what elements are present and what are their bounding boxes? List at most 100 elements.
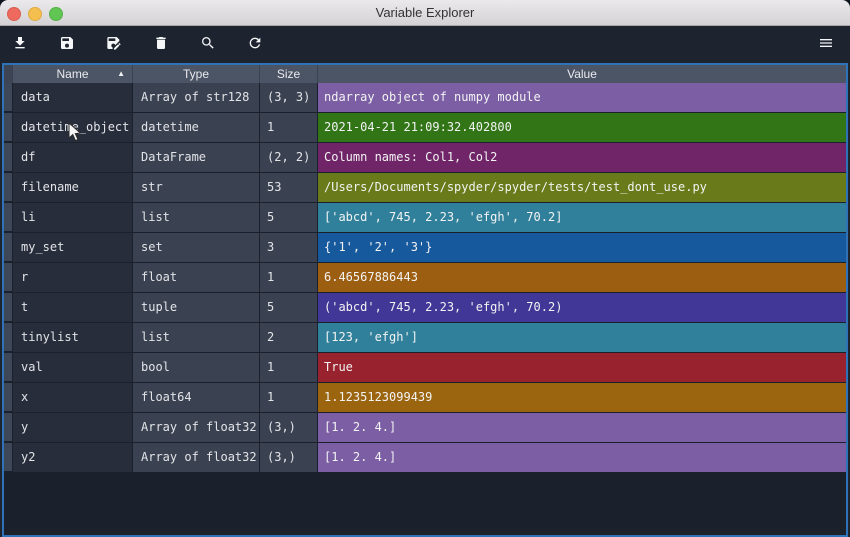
remove-variable-button[interactable]	[149, 33, 173, 57]
row-header[interactable]	[4, 143, 13, 173]
cell-type[interactable]: list	[133, 203, 260, 233]
titlebar: Variable Explorer	[0, 0, 850, 26]
row-header[interactable]	[4, 83, 13, 113]
cell-name[interactable]: df	[13, 143, 133, 173]
cell-size[interactable]: 1	[260, 353, 318, 383]
cell-type[interactable]: datetime	[133, 113, 260, 143]
cell-name[interactable]: t	[13, 293, 133, 323]
row-header[interactable]	[4, 413, 13, 443]
cell-size[interactable]: (3,)	[260, 443, 318, 473]
table-row[interactable]: df DataFrame (2, 2) Column names: Col1, …	[4, 143, 846, 173]
trash-icon	[153, 35, 169, 54]
cell-value[interactable]: [1. 2. 4.]	[318, 413, 846, 443]
row-header[interactable]	[4, 233, 13, 263]
table-row[interactable]: r float 1 6.46567886443	[4, 263, 846, 293]
table-row[interactable]: y Array of float32 (3,) [1. 2. 4.]	[4, 413, 846, 443]
column-header-name[interactable]: Name ▲	[13, 65, 133, 83]
cell-value[interactable]: 6.46567886443	[318, 263, 846, 293]
cell-value[interactable]: [1. 2. 4.]	[318, 443, 846, 473]
cell-name[interactable]: tinylist	[13, 323, 133, 353]
cell-value[interactable]: 1.1235123099439	[318, 383, 846, 413]
cell-type[interactable]: bool	[133, 353, 260, 383]
cell-value[interactable]: ndarray object of numpy module	[318, 83, 846, 113]
row-header[interactable]	[4, 113, 13, 143]
import-data-icon	[12, 35, 28, 54]
table-row[interactable]: filename str 53 /Users/Documents/spyder/…	[4, 173, 846, 203]
table-row[interactable]: tinylist list 2 [123, 'efgh']	[4, 323, 846, 353]
cell-size[interactable]: 3	[260, 233, 318, 263]
cell-type[interactable]: DataFrame	[133, 143, 260, 173]
row-header[interactable]	[4, 203, 13, 233]
row-header[interactable]	[4, 383, 13, 413]
cell-name[interactable]: filename	[13, 173, 133, 203]
table-row[interactable]: t tuple 5 ('abcd', 745, 2.23, 'efgh', 70…	[4, 293, 846, 323]
table-corner-button[interactable]	[4, 65, 13, 83]
cell-value[interactable]: [123, 'efgh']	[318, 323, 846, 353]
import-data-button[interactable]	[8, 33, 32, 57]
table-row[interactable]: li list 5 ['abcd', 745, 2.23, 'efgh', 70…	[4, 203, 846, 233]
cell-size[interactable]: 2	[260, 323, 318, 353]
cell-size[interactable]: 5	[260, 293, 318, 323]
options-menu-button[interactable]	[814, 33, 838, 57]
refresh-icon	[247, 35, 263, 54]
cell-name[interactable]: datetime_object	[13, 113, 133, 143]
refresh-button[interactable]	[243, 33, 267, 57]
row-header[interactable]	[4, 323, 13, 353]
search-button[interactable]	[196, 33, 220, 57]
cell-type[interactable]: set	[133, 233, 260, 263]
cell-type[interactable]: Array of float32	[133, 443, 260, 473]
cell-value[interactable]: ['abcd', 745, 2.23, 'efgh', 70.2]	[318, 203, 846, 233]
cell-name[interactable]: data	[13, 83, 133, 113]
row-header[interactable]	[4, 443, 13, 473]
cell-value[interactable]: /Users/Documents/spyder/spyder/tests/tes…	[318, 173, 846, 203]
cell-size[interactable]: 5	[260, 203, 318, 233]
row-header[interactable]	[4, 353, 13, 383]
cell-type[interactable]: Array of float32	[133, 413, 260, 443]
table-body: data Array of str128 (3, 3) ndarray obje…	[4, 83, 846, 473]
table-row[interactable]: x float64 1 1.1235123099439	[4, 383, 846, 413]
hamburger-menu-icon	[818, 35, 834, 54]
row-header[interactable]	[4, 173, 13, 203]
cell-size[interactable]: 1	[260, 383, 318, 413]
cell-type[interactable]: float64	[133, 383, 260, 413]
cell-size[interactable]: (3, 3)	[260, 83, 318, 113]
cell-value[interactable]: {'1', '2', '3'}	[318, 233, 846, 263]
cell-name[interactable]: r	[13, 263, 133, 293]
cell-type[interactable]: float	[133, 263, 260, 293]
table-row[interactable]: y2 Array of float32 (3,) [1. 2. 4.]	[4, 443, 846, 473]
save-data-as-button[interactable]	[102, 33, 126, 57]
table-row[interactable]: data Array of str128 (3, 3) ndarray obje…	[4, 83, 846, 113]
cell-type[interactable]: Array of str128	[133, 83, 260, 113]
cell-type[interactable]: tuple	[133, 293, 260, 323]
column-header-size[interactable]: Size	[260, 65, 318, 83]
column-header-type[interactable]: Type	[133, 65, 260, 83]
cell-name[interactable]: x	[13, 383, 133, 413]
table-row[interactable]: datetime_object datetime 1 2021-04-21 21…	[4, 113, 846, 143]
cell-value[interactable]: ('abcd', 745, 2.23, 'efgh', 70.2)	[318, 293, 846, 323]
cell-name[interactable]: val	[13, 353, 133, 383]
cell-type[interactable]: str	[133, 173, 260, 203]
cell-value[interactable]: True	[318, 353, 846, 383]
cell-size[interactable]: (2, 2)	[260, 143, 318, 173]
table-row[interactable]: my_set set 3 {'1', '2', '3'}	[4, 233, 846, 263]
row-header[interactable]	[4, 293, 13, 323]
save-data-icon	[59, 35, 75, 54]
cell-size[interactable]: (3,)	[260, 413, 318, 443]
cell-size[interactable]: 53	[260, 173, 318, 203]
column-header-value[interactable]: Value	[318, 65, 846, 83]
cell-name[interactable]: li	[13, 203, 133, 233]
cell-name[interactable]: my_set	[13, 233, 133, 263]
cell-value[interactable]: 2021-04-21 21:09:32.402800	[318, 113, 846, 143]
toolbar	[0, 26, 850, 63]
cell-type[interactable]: list	[133, 323, 260, 353]
save-data-as-icon	[106, 35, 122, 54]
cell-name[interactable]: y	[13, 413, 133, 443]
window-title: Variable Explorer	[375, 5, 475, 20]
save-data-button[interactable]	[55, 33, 79, 57]
cell-value[interactable]: Column names: Col1, Col2	[318, 143, 846, 173]
row-header[interactable]	[4, 263, 13, 293]
table-row[interactable]: val bool 1 True	[4, 353, 846, 383]
cell-size[interactable]: 1	[260, 113, 318, 143]
cell-name[interactable]: y2	[13, 443, 133, 473]
cell-size[interactable]: 1	[260, 263, 318, 293]
